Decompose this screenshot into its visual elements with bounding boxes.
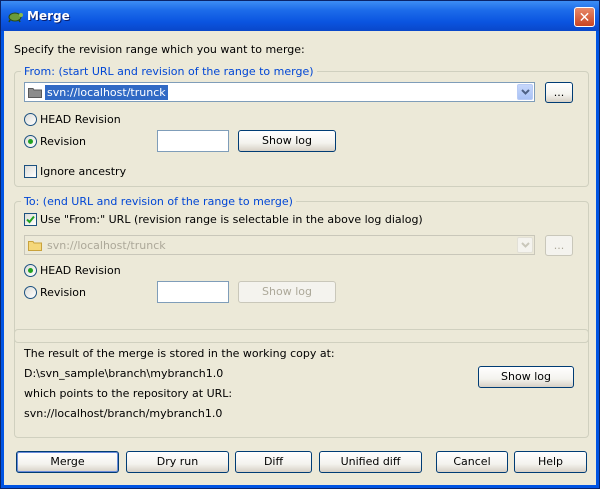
folder-icon — [28, 241, 42, 251]
to-show-log-button: Show log — [238, 281, 336, 303]
result-line-1: The result of the merge is stored in the… — [24, 347, 335, 360]
to-head-revision-label[interactable]: HEAD Revision — [40, 264, 121, 277]
radio-selected-dot — [28, 139, 33, 144]
from-url-combo[interactable]: svn://localhost/trunck — [24, 82, 535, 102]
window-title: Merge — [27, 9, 70, 23]
to-revision-radio[interactable] — [24, 286, 37, 299]
checkmark-icon — [26, 215, 35, 224]
chevron-down-icon[interactable] — [517, 84, 533, 100]
folder-icon — [28, 88, 42, 98]
instruction-text: Specify the revision range which you wan… — [14, 43, 305, 56]
dry-run-button[interactable]: Dry run — [126, 451, 229, 473]
unified-diff-button[interactable]: Unified diff — [319, 451, 422, 473]
from-browse-button[interactable]: ... — [545, 82, 573, 103]
to-url-combo: svn://localhost/trunck — [24, 235, 535, 255]
ignore-ancestry-checkbox[interactable] — [24, 165, 37, 178]
result-line-3: which points to the repository at URL: — [24, 387, 233, 400]
repository-url: svn://localhost/branch/mybranch1.0 — [24, 407, 223, 420]
from-revision-input[interactable] — [157, 130, 229, 152]
use-from-url-checkbox[interactable] — [24, 213, 37, 226]
working-copy-path: D:\svn_sample\branch\mybranch1.0 — [24, 367, 224, 380]
radio-selected-dot — [28, 268, 33, 273]
help-button[interactable]: Help — [514, 451, 587, 473]
result-show-log-button[interactable]: Show log — [478, 366, 574, 388]
merge-dialog: Merge ✕ Specify the revision range which… — [0, 0, 600, 489]
diff-button[interactable]: Diff — [235, 451, 312, 473]
to-revision-input[interactable] — [157, 281, 229, 303]
from-group-legend: From: (start URL and revision of the ran… — [21, 65, 317, 78]
title-bar[interactable]: Merge ✕ — [1, 1, 599, 31]
from-show-log-button[interactable]: Show log — [238, 130, 336, 152]
from-head-revision-radio[interactable] — [24, 113, 37, 126]
ignore-ancestry-label[interactable]: Ignore ancestry — [40, 165, 126, 178]
use-from-url-label[interactable]: Use "From:" URL (revision range is selec… — [40, 213, 423, 226]
cancel-button[interactable]: Cancel — [436, 451, 508, 473]
from-url-value: svn://localhost/trunck — [45, 85, 168, 100]
dialog-body: Specify the revision range which you wan… — [4, 31, 596, 485]
to-head-revision-radio[interactable] — [24, 264, 37, 277]
chevron-down-icon — [517, 237, 533, 253]
tortoisesvn-icon — [8, 12, 23, 23]
to-browse-button: ... — [545, 235, 573, 256]
to-url-value: svn://localhost/trunck — [47, 239, 166, 252]
from-head-revision-label[interactable]: HEAD Revision — [40, 113, 121, 126]
from-revision-radio[interactable] — [24, 135, 37, 148]
from-revision-label[interactable]: Revision — [40, 135, 86, 148]
to-group-legend: To: (end URL and revision of the range t… — [21, 195, 296, 208]
to-revision-label[interactable]: Revision — [40, 286, 86, 299]
merge-button[interactable]: Merge — [16, 451, 119, 473]
close-icon[interactable]: ✕ — [574, 7, 595, 27]
